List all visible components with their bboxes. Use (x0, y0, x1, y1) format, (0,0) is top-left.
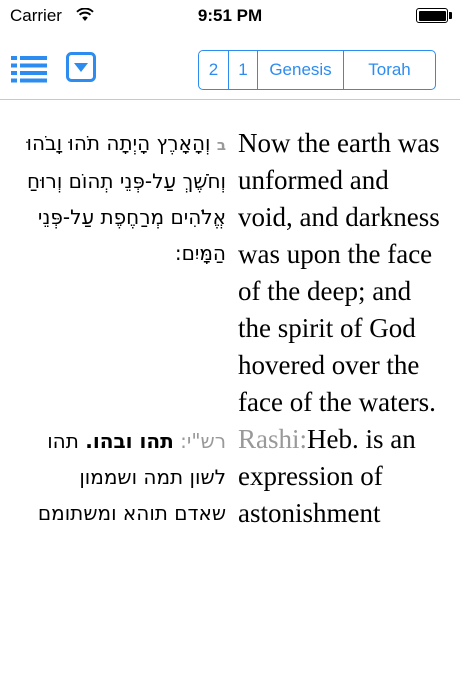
hebrew-verse-text: וְהָאָרֶץ הָיְתָה תֹהוּ וָבֹהוּ וְחֹשֶׁך… (26, 131, 227, 265)
rashi-row: רש"י: תהו ובהו. תהו לשון תמה ושממון שאדם… (0, 421, 460, 532)
text-content[interactable]: ב וְהָאָרֶץ הָיְתָה תֹהוּ וָבֹהוּ וְחֹשֶ… (0, 101, 460, 690)
nav-bar: 2 1 Genesis Torah (0, 40, 460, 100)
english-rashi: Rashi:Heb. is an expression of astonishm… (230, 421, 460, 532)
verse-number: ב (216, 136, 226, 154)
rashi-label-hebrew: רש"י: (180, 429, 226, 453)
battery-icon (416, 8, 448, 23)
navigation-segmented-control: 2 1 Genesis Torah (198, 50, 436, 90)
battery-nub (449, 12, 452, 19)
rashi-label-english: Rashi: (238, 424, 308, 454)
hebrew-verse: ב וְהָאָרֶץ הָיְתָה תֹהוּ וָבֹהוּ וְחֹשֶ… (0, 101, 230, 421)
rashi-heading-hebrew: תהו ובהו. (85, 429, 174, 453)
dropdown-icon[interactable] (66, 52, 96, 82)
status-time: 9:51 PM (197, 6, 263, 25)
hebrew-rashi: רש"י: תהו ובהו. תהו לשון תמה ושממון שאדם… (0, 421, 230, 532)
section-button[interactable]: Torah (343, 51, 435, 89)
english-verse: Now the earth was unformed and void, and… (238, 128, 440, 417)
book-button[interactable]: Genesis (257, 51, 343, 89)
list-icon[interactable] (11, 54, 47, 84)
verse-row: ב וְהָאָרֶץ הָיְתָה תֹהוּ וָבֹהוּ וְחֹשֶ… (0, 101, 460, 421)
chapter-button[interactable]: 2 (199, 51, 228, 89)
status-bar: Carrier 9:51 PM (0, 0, 460, 40)
verse-button[interactable]: 1 (228, 51, 257, 89)
